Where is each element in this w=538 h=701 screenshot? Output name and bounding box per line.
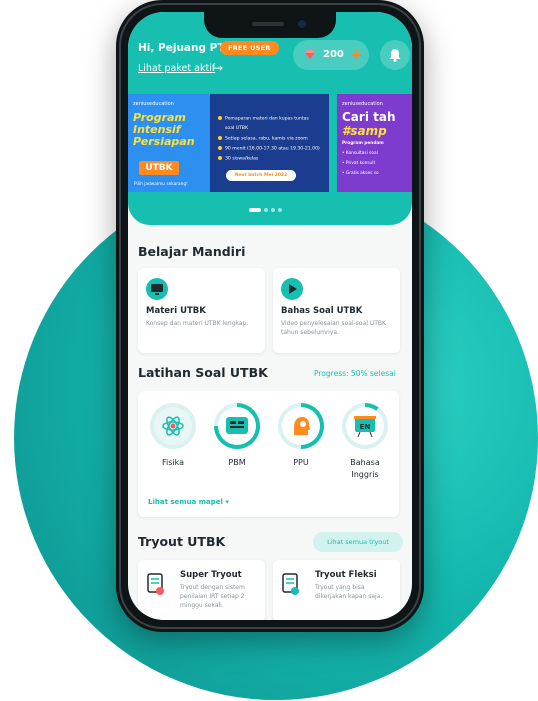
carousel-dot[interactable] — [264, 208, 268, 212]
document-check-icon — [282, 573, 299, 595]
card-description: Tryout yang bisa dikerjakan kapan saja. — [315, 584, 383, 600]
section-title-latihan: Latihan Soal UTBK — [138, 365, 268, 380]
subject-pbm-ring[interactable] — [214, 403, 260, 449]
subject-label[interactable]: Bahasa Inggris — [336, 457, 394, 481]
phone-notch — [204, 12, 336, 38]
subject-ppu-ring[interactable] — [278, 403, 324, 449]
banner-logo: zeniuseducation — [133, 101, 174, 107]
banner-cta-text: Pilih jadwalmu sekarang! — [134, 182, 188, 187]
card-title: Tryout Fleksi — [315, 570, 377, 580]
document-clock-icon — [147, 573, 164, 595]
banner2-line-4: • Gratis akses so — [342, 171, 379, 176]
phone-frame: Hi, Pejuang PTN FREE USER Lihat paket ak… — [116, 0, 424, 632]
banner-second[interactable]: zeniuseducation Cari tah #samp Program p… — [337, 94, 412, 192]
camera — [298, 20, 306, 28]
lihat-semua-mapel-link[interactable]: Lihat semua mapel ▾ — [148, 498, 229, 506]
speaker — [252, 22, 284, 26]
bell-icon — [389, 49, 401, 62]
subjects-card: Fisika PBM PPU EN Bahasa Inggris Lihat s… — [138, 391, 399, 517]
banner-left-panel: zeniuseducation Program Intensif Persiap… — [128, 94, 210, 192]
banner2-logo: zeniuseducation — [342, 101, 383, 107]
svg-text:EN: EN — [360, 423, 371, 431]
arrow-right-icon[interactable]: → — [213, 61, 223, 75]
card-title: Bahas Soal UTBK — [281, 306, 363, 316]
card-bahas-soal-utbk[interactable]: Bahas Soal UTBK Video penyelesaian soal-… — [273, 268, 400, 353]
carousel-dot[interactable] — [278, 208, 282, 212]
section-title-tryout: Tryout UTBK — [138, 534, 226, 549]
banner-feature-1b: soal UTBK — [225, 126, 249, 131]
subject-label[interactable]: PBM — [214, 457, 260, 469]
progress-text: Progress: 50% selesai — [314, 369, 396, 378]
banner2-line-3: • Privat konsult — [342, 161, 376, 166]
subject-fisika-ring[interactable] — [150, 403, 196, 449]
banner2-title: Cari tah — [342, 110, 396, 124]
atom-icon — [154, 407, 192, 445]
banner-utbk-tag: UTBK — [139, 161, 179, 175]
card-super-tryout[interactable]: Super Tryout Tryout dengan sistem penila… — [138, 560, 265, 620]
section-title-belajar: Belajar Mandiri — [138, 244, 246, 259]
card-materi-utbk[interactable]: Materi UTBK Konsep dan materi UTBK lengk… — [138, 268, 265, 353]
card-description: Video penyelesaian soal-soal UTBK tahun … — [281, 320, 386, 336]
coin-count: 200 — [323, 49, 344, 60]
banner-title-line-3: Persiapan — [133, 135, 195, 148]
subject-label[interactable]: PPU — [278, 457, 324, 469]
card-title: Super Tryout — [180, 570, 242, 580]
carousel-dot-active[interactable] — [249, 208, 261, 212]
lihat-paket-link[interactable]: Lihat paket aktif — [138, 63, 215, 74]
banner2-subtitle: #samp — [342, 124, 387, 138]
head-icon — [282, 407, 320, 445]
notification-button[interactable] — [380, 40, 410, 70]
app-screen: Hi, Pejuang PTN FREE USER Lihat paket ak… — [128, 12, 412, 620]
banner-feature-3: 90 menit (16.00-17.30 atau 19.30-21.00) — [218, 146, 320, 152]
add-coin-icon[interactable]: + — [350, 45, 363, 64]
carousel-dot[interactable] — [271, 208, 275, 212]
banner-feature-4: 30 siswa/kelas — [218, 156, 258, 162]
card-description: Konsep dan materi UTBK lengkap. — [146, 320, 249, 327]
card-title: Materi UTBK — [146, 306, 206, 316]
header-area: Hi, Pejuang PTN FREE USER Lihat paket ak… — [128, 12, 412, 225]
book-icon — [218, 407, 256, 445]
play-icon — [281, 278, 303, 300]
banner-program-intensif[interactable]: zeniuseducation Program Intensif Persiap… — [128, 94, 329, 192]
banner-feature-2: Setiap selasa, rabu, kamis via zoom — [218, 136, 308, 142]
banner-feature-1: Pemaparan materi dan kupas tuntas — [218, 116, 309, 122]
coin-balance-button[interactable]: 200 + — [293, 40, 369, 70]
free-user-badge: FREE USER — [220, 41, 279, 55]
card-description: Tryout dengan sistem penilaian IRT setia… — [180, 584, 245, 609]
en-board-icon: EN — [346, 407, 384, 445]
subject-bahasa-inggris-ring[interactable]: EN — [342, 403, 388, 449]
subject-label[interactable]: Fisika — [150, 457, 196, 469]
diamond-icon — [305, 50, 315, 59]
banner2-line-2: • Konsultasi soal — [342, 151, 378, 156]
lihat-semua-tryout-button[interactable]: Lihat semua tryout — [313, 532, 403, 552]
banner2-line-1: Program pendam — [342, 141, 384, 146]
next-batch-button[interactable]: Next batch Mei 2022 — [226, 170, 296, 181]
card-tryout-fleksi[interactable]: Tryout Fleksi Tryout yang bisa dikerjaka… — [273, 560, 400, 620]
monitor-icon — [146, 278, 168, 300]
carousel-indicator[interactable] — [249, 208, 285, 212]
